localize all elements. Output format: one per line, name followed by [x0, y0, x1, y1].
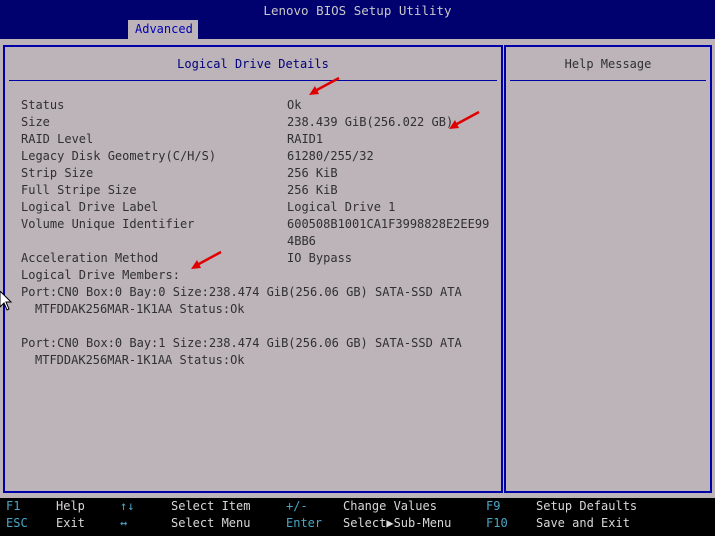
detail-value: 238.439 GiB(256.022 GB): [287, 115, 454, 129]
detail-label: Full Stripe Size: [21, 183, 137, 197]
detail-value: RAID1: [287, 132, 324, 146]
annotation-arrow-icon: [449, 110, 480, 129]
logical-drive-details-panel: Logical Drive Details Status Ok Size 238…: [3, 45, 503, 493]
key-f9-desc: Setup Defaults: [536, 499, 638, 513]
annotation-arrow-icon: [309, 76, 340, 95]
tab-strip: Advanced: [0, 20, 715, 39]
detail-label: Logical Drive Label: [21, 200, 159, 214]
detail-label: Logical Drive Members:: [21, 268, 180, 282]
key-enter: Enter: [286, 516, 323, 530]
detail-label: RAID Level: [21, 132, 94, 146]
key-help-footer: F1 Help ESC Exit ↑↓ Select Item ↔ Select…: [0, 498, 715, 536]
help-message-panel: Help Message: [504, 45, 712, 493]
panel-title: Logical Drive Details: [177, 57, 329, 71]
key-plus-minus: +/-: [286, 499, 308, 513]
key-f10: F10: [486, 516, 508, 530]
help-title-divider: [510, 80, 706, 81]
key-f10-desc: Save and Exit: [536, 516, 630, 530]
key-plus-minus-desc: Change Values: [343, 499, 437, 513]
detail-value: Logical Drive 1: [287, 200, 396, 214]
detail-value: Ok: [287, 98, 302, 112]
key-f1-desc: Help: [56, 499, 85, 513]
key-esc-desc: Exit: [56, 516, 85, 530]
detail-label: Size: [21, 115, 50, 129]
key-up-down-desc: Select Item: [171, 499, 251, 513]
detail-value: 600508B1001CA1F3998828E2EE99: [287, 217, 490, 231]
detail-label: Status: [21, 98, 65, 112]
member-1-line-1: Port:CN0 Box:0 Bay:0 Size:238.474 GiB(25…: [21, 285, 462, 299]
main-frame: Logical Drive Details Status Ok Size 238…: [0, 39, 715, 498]
detail-label: Volume Unique Identifier: [21, 217, 195, 231]
detail-value: IO Bypass: [287, 251, 353, 265]
title-divider: [9, 80, 497, 81]
member-1-line-2: MTFDDAK256MAR-1K1AA Status:Ok: [35, 302, 245, 316]
key-f1: F1: [6, 499, 21, 513]
mouse-pointer-icon: [0, 291, 12, 311]
key-esc: ESC: [6, 516, 28, 530]
annotation-arrow-icon: [191, 250, 222, 269]
key-f9: F9: [486, 499, 501, 513]
window-title: Lenovo BIOS Setup Utility: [0, 0, 715, 20]
tab-advanced[interactable]: Advanced: [128, 20, 198, 39]
member-2-line-1: Port:CN0 Box:0 Bay:1 Size:238.474 GiB(25…: [21, 336, 462, 350]
key-up-down-arrows-icon: ↑↓: [120, 499, 135, 513]
detail-value: 256 KiB: [287, 166, 338, 180]
key-left-right-desc: Select Menu: [171, 516, 251, 530]
member-2-line-2: MTFDDAK256MAR-1K1AA Status:Ok: [35, 353, 245, 367]
detail-label: Strip Size: [21, 166, 94, 180]
key-left-right-arrows-icon: ↔: [120, 516, 128, 530]
detail-value-continued: 4BB6: [287, 234, 316, 248]
detail-label: Acceleration Method: [21, 251, 159, 265]
help-panel-title: Help Message: [564, 57, 652, 71]
key-enter-desc: Select▶Sub-Menu: [343, 516, 452, 530]
detail-value: 256 KiB: [287, 183, 338, 197]
detail-label: Legacy Disk Geometry(C/H/S): [21, 149, 217, 163]
detail-value: 61280/255/32: [287, 149, 374, 163]
